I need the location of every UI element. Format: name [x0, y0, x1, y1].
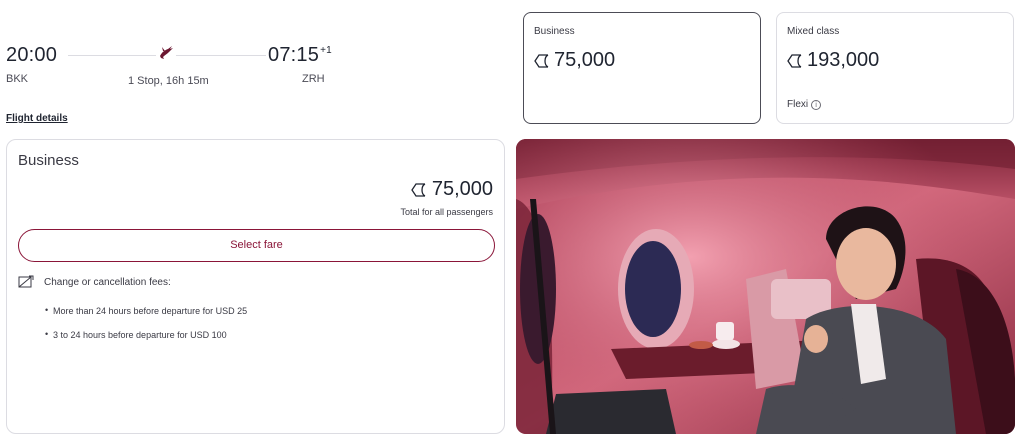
fare-detail-panel: Business 75,000 Total for all passengers…	[6, 139, 505, 434]
business-class-cabin-photo	[516, 139, 1015, 434]
stops-duration: 1 Stop, 16h 15m	[128, 75, 209, 87]
flight-details-link[interactable]: Flight details	[6, 113, 68, 124]
avios-icon	[534, 53, 549, 68]
fare-card-price: 193,000	[787, 49, 879, 72]
fare-card-price: 75,000	[534, 49, 615, 72]
fees-heading: Change or cancellation fees:	[18, 275, 171, 289]
departure-airport-code: BKK	[6, 73, 29, 85]
fare-detail-price: 75,000	[411, 178, 493, 201]
total-note: Total for all passengers	[400, 207, 493, 217]
arrival-airport-code: ZRH	[302, 73, 325, 85]
fare-type: Flexi i	[787, 99, 822, 110]
list-item: 3 to 24 hours before departure for USD 1…	[45, 329, 247, 340]
info-icon[interactable]: i	[811, 99, 822, 110]
avios-icon	[411, 182, 426, 197]
list-item: More than 24 hours before departure for …	[45, 305, 247, 316]
flight-summary: 20:00 07:15+1 BKK 1 Stop, 16h 15m ZRH	[6, 40, 332, 100]
avios-icon	[787, 53, 802, 68]
fare-card-label: Mixed class	[787, 26, 840, 37]
oryx-logo-icon	[156, 42, 176, 62]
fare-card-mixed-class[interactable]: Mixed class 193,000 Flexi i	[776, 12, 1014, 124]
arrival-time: 07:15+1	[268, 44, 332, 66]
fee-list: More than 24 hours before departure for …	[45, 305, 247, 354]
fare-detail-title: Business	[18, 152, 79, 169]
departure-time: 20:00	[6, 44, 58, 66]
fare-card-business[interactable]: Business 75,000	[523, 12, 761, 124]
arrival-day-offset: +1	[320, 45, 332, 56]
fare-card-label: Business	[534, 26, 575, 37]
change-fee-icon	[18, 275, 34, 288]
select-fare-button[interactable]: Select fare	[18, 229, 495, 262]
